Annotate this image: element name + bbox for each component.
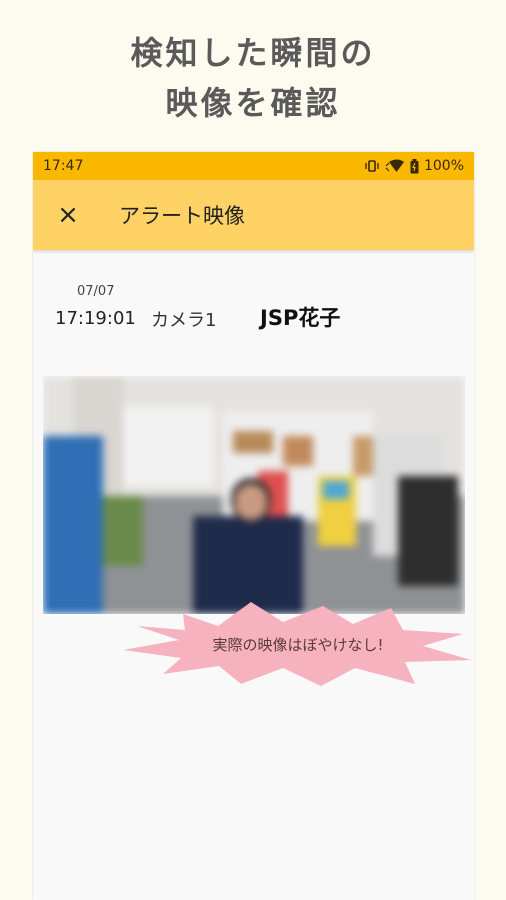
status-bar: 17:47 100%	[33, 152, 474, 180]
camera-name: カメラ1	[151, 310, 217, 331]
headline-line-2: 映像を確認	[165, 84, 341, 122]
battery-icon	[410, 158, 419, 173]
wifi-icon	[385, 159, 404, 172]
app-bar: × アラート映像	[33, 180, 474, 250]
vibrate-icon	[365, 160, 379, 172]
promo-headline: 検知した瞬間の 映像を確認	[0, 28, 506, 128]
screen-title: アラート映像	[119, 204, 245, 228]
status-time: 17:47	[43, 158, 84, 174]
note-text: 実際の映像はぼやけなし!	[212, 635, 384, 654]
alert-time: 17:19:01	[55, 308, 136, 329]
detected-person: JSP花子	[260, 306, 341, 330]
phone-screen: 17:47 100% × アラート映像 07/07 17:19:01 カメラ1 …	[33, 152, 474, 900]
close-button[interactable]: ×	[39, 200, 97, 230]
alert-video[interactable]	[43, 376, 465, 614]
battery-level: 100%	[423, 158, 464, 174]
video-frame	[43, 376, 465, 614]
note-burst: 実際の映像はぼやけなし!	[123, 602, 473, 686]
headline-line-1: 検知した瞬間の	[130, 34, 376, 72]
alert-date: 07/07	[77, 284, 115, 299]
alert-info: 07/07 17:19:01 カメラ1 JSP花子	[33, 284, 474, 334]
status-icons: 100%	[364, 158, 464, 174]
